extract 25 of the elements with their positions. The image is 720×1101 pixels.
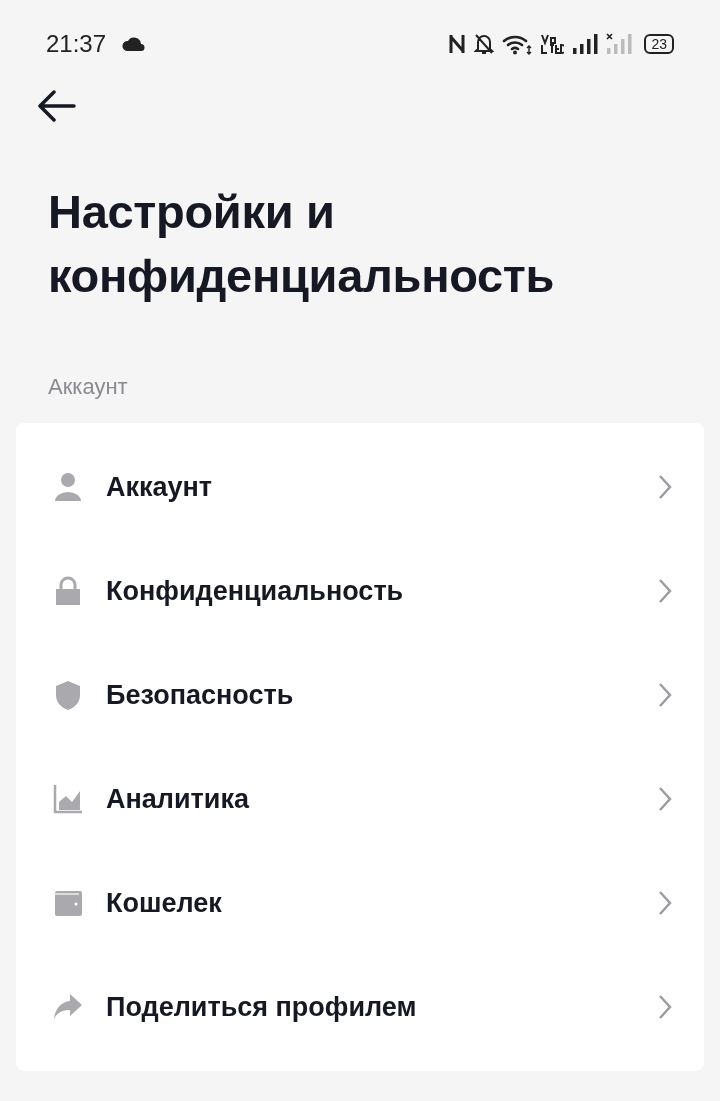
person-icon xyxy=(52,471,84,503)
bell-muted-icon xyxy=(474,33,495,55)
menu-item-label[interactable]: Конфиденциальность xyxy=(106,570,404,612)
signal-icon xyxy=(572,33,599,55)
back-icon[interactable] xyxy=(36,90,76,122)
page-title: Настройки и конфиденциальность xyxy=(48,184,556,304)
cloud-icon xyxy=(122,37,147,51)
menu-item-label[interactable]: Безопасность xyxy=(106,674,294,716)
menu-item-label[interactable]: Аккаунт xyxy=(106,466,213,508)
menu-item-label[interactable]: Поделиться профилем xyxy=(106,986,417,1028)
nfc-icon xyxy=(448,33,467,55)
section-label: Аккаунт xyxy=(48,373,129,401)
menu-item-label[interactable]: Кошелек xyxy=(106,882,222,924)
wifi-icon xyxy=(502,33,533,55)
chevron-right-icon xyxy=(658,994,672,1020)
clock: 21:37 xyxy=(46,29,107,59)
battery-indicator: 23 xyxy=(644,34,674,54)
chart-icon xyxy=(52,783,84,815)
chevron-right-icon xyxy=(658,786,672,812)
chevron-right-icon xyxy=(658,578,672,604)
no-signal-icon xyxy=(606,33,633,55)
chevron-right-icon xyxy=(658,890,672,916)
chevron-right-icon xyxy=(658,474,672,500)
menu-item-label[interactable]: Аналитика xyxy=(106,778,249,820)
chevron-right-icon xyxy=(658,682,672,708)
